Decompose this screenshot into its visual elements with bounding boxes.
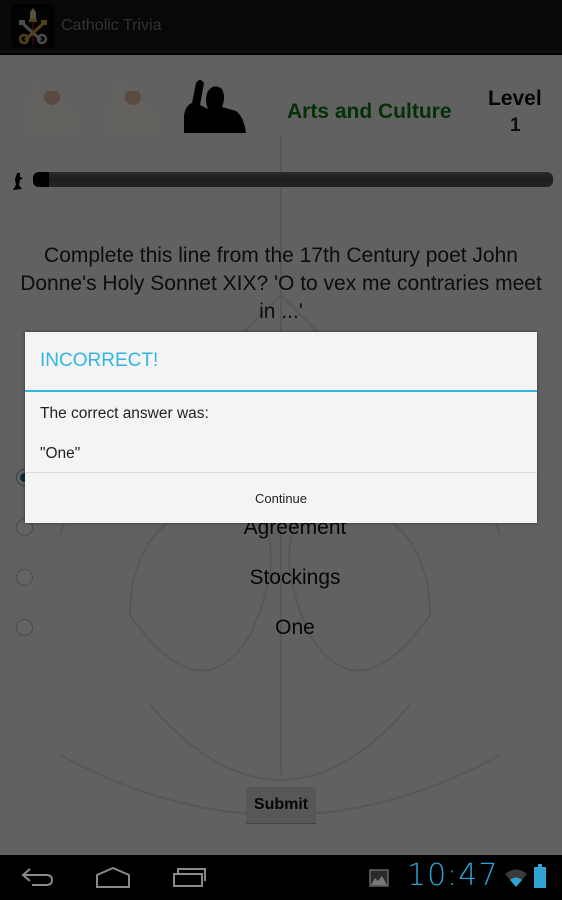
back-icon[interactable] xyxy=(20,865,56,889)
dialog-message: The correct answer was: "One" xyxy=(25,392,537,464)
wifi-icon xyxy=(505,869,527,887)
recent-apps-icon[interactable] xyxy=(172,865,208,889)
dialog-message-line: The correct answer was: xyxy=(40,405,209,422)
correct-answer-text: "One" xyxy=(40,445,81,462)
status-clock: 10:47 xyxy=(407,858,499,893)
image-notification-icon[interactable] xyxy=(369,869,389,887)
result-dialog: INCORRECT! The correct answer was: "One"… xyxy=(25,332,537,523)
battery-icon xyxy=(534,864,546,888)
home-icon[interactable] xyxy=(95,865,131,889)
system-nav-bar: 10:47 xyxy=(0,855,562,900)
dialog-title: INCORRECT! xyxy=(25,332,537,392)
continue-button[interactable]: Continue xyxy=(25,473,537,523)
